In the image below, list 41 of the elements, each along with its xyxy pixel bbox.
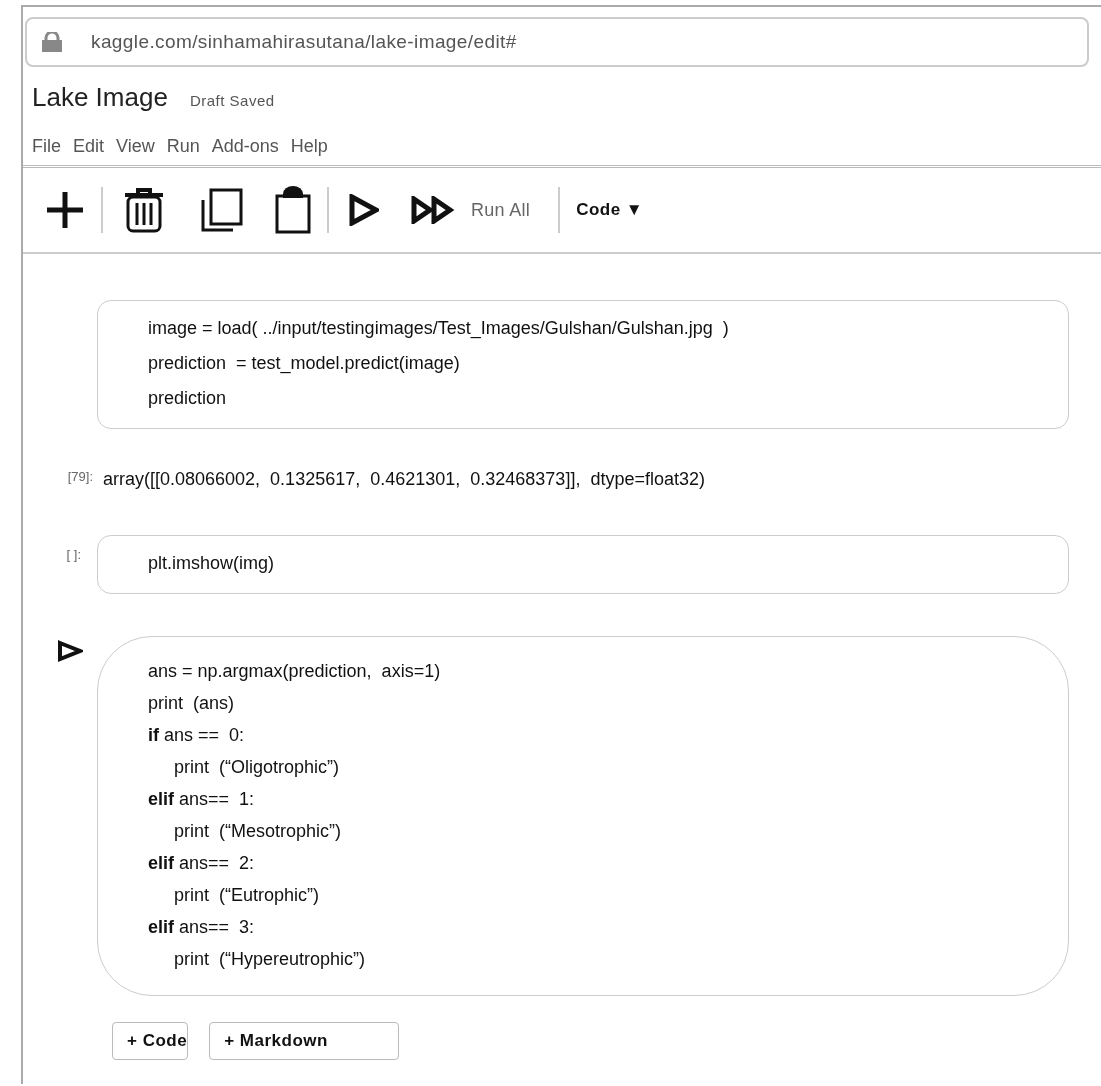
- menu-item[interactable]: Run: [166, 135, 200, 157]
- execution-prompt: [79]:: [67, 468, 93, 484]
- execution-prompt: [ ]:: [66, 546, 81, 562]
- add-cell-button[interactable]: + Code: [112, 1022, 189, 1060]
- copy-icon[interactable]: [201, 188, 243, 232]
- clipboard-icon[interactable]: [275, 186, 311, 234]
- plus-icon[interactable]: [45, 190, 85, 230]
- address-bar[interactable]: kaggle.com/sinhamahirasutana/lake-image/edit#: [25, 17, 1089, 67]
- code-cell[interactable]: plt.imshow(img): [97, 535, 1069, 594]
- code-line: print (ans): [148, 692, 235, 715]
- code-cell[interactable]: image = load( ../input/testingimages/Test_Images/Gulshan/Gulshan.jpg ) prediction = test_model.predict(image) prediction: [97, 300, 1069, 429]
- run-icon[interactable]: [349, 194, 379, 226]
- run-all-button[interactable]: Run All: [471, 199, 531, 221]
- notebook-title: Lake Image: [32, 81, 168, 113]
- trash-icon[interactable]: [123, 187, 165, 233]
- code-line: prediction: [148, 387, 227, 410]
- menu-item[interactable]: Add-ons: [211, 135, 279, 157]
- menu-item[interactable]: View: [116, 135, 155, 157]
- menu-item[interactable]: Edit: [73, 135, 105, 157]
- code-line: image = load( ../input/testingimages/Test_Images/Gulshan/Gulshan.jpg ): [148, 317, 729, 341]
- save-status: Draft Saved: [189, 91, 275, 109]
- code-line: elif ans== 2:: [148, 852, 255, 875]
- code-line: print (“Hypereutrophic”): [174, 948, 366, 971]
- run-icon[interactable]: [57, 640, 83, 662]
- code-line: ans = np.argmax(prediction, axis=1): [148, 660, 441, 683]
- run-all-icon[interactable]: [411, 196, 455, 224]
- cell-output: array([[0.08066002, 0.1325617, 0.4621301, 0.32468373]], dtype=float32): [103, 468, 705, 491]
- code-line: prediction = test_model.predict(image): [148, 352, 460, 376]
- code-cell[interactable]: ans = np.argmax(prediction, axis=1) print (ans) if ans == 0: print (“Oligotrophic”) elif ans== 1: print (“Mesotrophic”) elif ans== 2: print (“Eutrophic”) elif ans== 3: print (“Hypereutrophic”): [97, 636, 1069, 996]
- code-line: print (“Eutrophic”): [174, 884, 320, 907]
- menu-item[interactable]: File: [32, 135, 61, 157]
- menu-item[interactable]: Help: [290, 135, 328, 157]
- url-text: kaggle.com/sinhamahirasutana/lake-image/edit#: [91, 31, 517, 53]
- code-line: print (“Oligotrophic”): [174, 756, 340, 779]
- code-line: elif ans== 1:: [148, 788, 255, 811]
- cell-type-dropdown[interactable]: Code ▼: [576, 200, 644, 220]
- code-line: if ans == 0:: [148, 724, 245, 747]
- lock-icon: [41, 32, 63, 52]
- code-line: elif ans== 3:: [148, 916, 255, 939]
- code-line: plt.imshow(img): [148, 552, 275, 575]
- code-line: print (“Mesotrophic”): [174, 820, 342, 843]
